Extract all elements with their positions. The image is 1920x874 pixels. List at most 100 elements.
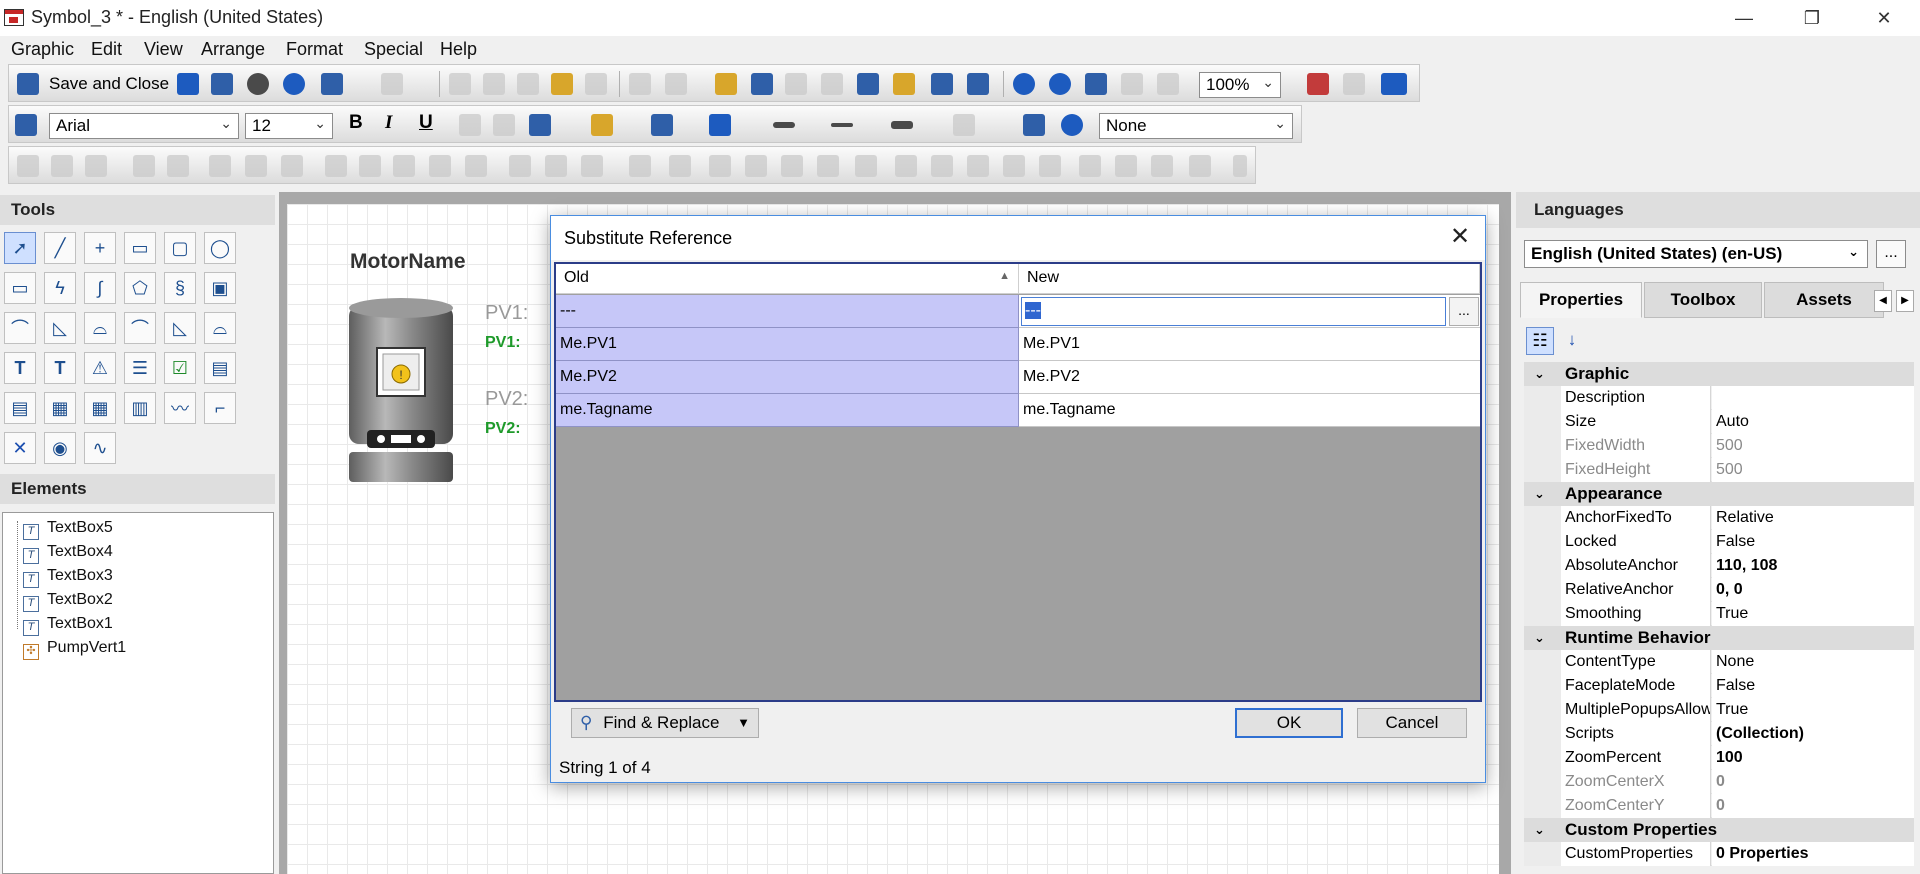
chord-tool-icon[interactable]: ⌓: [84, 312, 116, 344]
collapse-icon[interactable]: ⌄: [1534, 482, 1545, 506]
listbox-tool-icon[interactable]: ▥: [124, 392, 156, 424]
property-value[interactable]: Relative: [1712, 506, 1914, 530]
language-more-button[interactable]: ...: [1876, 240, 1906, 268]
menu-special[interactable]: Special: [364, 39, 423, 60]
magic-wand-icon[interactable]: [1023, 114, 1045, 136]
zoom-in-icon[interactable]: [1049, 73, 1071, 95]
align-bottom-icon[interactable]: [393, 155, 415, 177]
ellipse-tool-icon[interactable]: ◯: [204, 232, 236, 264]
arrange-icon[interactable]: [133, 155, 155, 177]
align-middle-icon[interactable]: [359, 155, 381, 177]
underline-button[interactable]: U: [419, 112, 433, 134]
property-row[interactable]: RelativeAnchor 0, 0: [1524, 578, 1914, 602]
align-left-icon[interactable]: [209, 155, 231, 177]
text-color-icon[interactable]: [709, 114, 731, 136]
fill-style-combo[interactable]: None ⌄: [1099, 113, 1293, 139]
undo-icon[interactable]: [321, 73, 343, 95]
tree-item-textbox5[interactable]: T TextBox5: [23, 519, 113, 540]
distribute-icon[interactable]: [781, 155, 803, 177]
column-header-new[interactable]: New: [1019, 264, 1480, 294]
language-select[interactable]: English (United States) (en-US) ⌄: [1524, 240, 1868, 268]
closed-curve-tool-icon[interactable]: §: [164, 272, 196, 304]
size-icon[interactable]: [1003, 155, 1025, 177]
ok-button[interactable]: OK: [1235, 708, 1343, 738]
property-value[interactable]: [1712, 386, 1914, 410]
menu-edit[interactable]: Edit: [91, 39, 122, 60]
tab-scroll-left-icon[interactable]: ◀: [1874, 290, 1892, 312]
size-icon[interactable]: [895, 155, 917, 177]
pie2-tool-icon[interactable]: ◺: [164, 312, 196, 344]
zoom-combo[interactable]: 100% ⌄: [1199, 72, 1281, 98]
order-icon[interactable]: [629, 155, 651, 177]
curve-tool-icon[interactable]: ∫: [84, 272, 116, 304]
property-row[interactable]: FaceplateMode False: [1524, 674, 1914, 698]
menu-format[interactable]: Format: [286, 39, 343, 60]
align-centers-icon[interactable]: [429, 155, 451, 177]
list-tool-icon[interactable]: ☰: [124, 352, 156, 384]
browse-button[interactable]: ...: [1449, 297, 1479, 326]
align-points-icon[interactable]: [465, 155, 487, 177]
arrange-icon[interactable]: [167, 155, 189, 177]
property-row[interactable]: Locked False: [1524, 530, 1914, 554]
sort-alphabetical-icon[interactable]: ↓: [1558, 327, 1586, 355]
new-value-edit-field[interactable]: ---: [1021, 297, 1446, 326]
property-row[interactable]: Size Auto: [1524, 410, 1914, 434]
tree-item-textbox4[interactable]: T TextBox4: [23, 543, 113, 564]
collapse-icon[interactable]: ⌄: [1534, 818, 1545, 842]
save-icon[interactable]: [177, 73, 199, 95]
tree-item-textbox1[interactable]: T TextBox1: [23, 615, 113, 636]
tab-assets[interactable]: Assets: [1764, 282, 1884, 318]
tab-toolbox[interactable]: Toolbox: [1644, 282, 1762, 318]
grid-toggle-icon[interactable]: [1381, 73, 1407, 95]
polygon-tool-icon[interactable]: ⬠: [124, 272, 156, 304]
table-row[interactable]: Me.PV2 Me.PV2: [556, 361, 1480, 394]
table-row[interactable]: --- --- ...: [556, 295, 1480, 328]
line-color-icon[interactable]: [591, 114, 613, 136]
font-size-combo[interactable]: 12 ⌄: [245, 113, 333, 139]
property-value[interactable]: 0: [1712, 794, 1914, 818]
decrease-font-icon[interactable]: [493, 114, 515, 136]
property-category[interactable]: ⌄ Appearance: [1524, 482, 1914, 506]
property-value[interactable]: 500: [1712, 434, 1914, 458]
new-cell[interactable]: me.Tagname: [1019, 394, 1480, 427]
property-value[interactable]: 0, 0: [1712, 578, 1914, 602]
property-row[interactable]: CustomProperties 0 Properties: [1524, 842, 1914, 866]
menu-help[interactable]: Help: [440, 39, 477, 60]
select-icon[interactable]: [449, 73, 471, 95]
property-row[interactable]: ZoomCenterY 0: [1524, 794, 1914, 818]
anchor-icon[interactable]: [751, 73, 773, 95]
motor-name-label[interactable]: MotorName: [350, 250, 466, 274]
align-center-icon[interactable]: [245, 155, 267, 177]
shadow-icon[interactable]: [953, 114, 975, 136]
redo-icon[interactable]: [381, 73, 403, 95]
property-value[interactable]: False: [1712, 674, 1914, 698]
text-align-icon[interactable]: [529, 114, 551, 136]
size-icon[interactable]: [967, 155, 989, 177]
font-family-combo[interactable]: Arial ⌄: [49, 113, 239, 139]
textbox-tool-icon[interactable]: T: [44, 352, 76, 384]
property-row[interactable]: ContentType None: [1524, 650, 1914, 674]
menu-graphic[interactable]: Graphic: [11, 39, 74, 60]
chord2-tool-icon[interactable]: ⌓: [204, 312, 236, 344]
substitute-icon[interactable]: [857, 73, 879, 95]
fill-color-icon[interactable]: [651, 114, 673, 136]
distribute-icon[interactable]: [709, 155, 731, 177]
embed-icon[interactable]: [715, 73, 737, 95]
property-row[interactable]: AbsoluteAnchor 110, 108: [1524, 554, 1914, 578]
space-icon[interactable]: [509, 155, 531, 177]
menu-view[interactable]: View: [144, 39, 183, 60]
ungroup-icon[interactable]: [665, 73, 687, 95]
cancel-button[interactable]: Cancel: [1357, 708, 1467, 738]
line-weight-icon[interactable]: [773, 122, 795, 128]
zoom-fit-icon[interactable]: [1085, 73, 1107, 95]
help-icon[interactable]: [283, 73, 305, 95]
checkbox-tool-icon[interactable]: ☑: [164, 352, 196, 384]
table-row[interactable]: Me.PV1 Me.PV1: [556, 328, 1480, 361]
find-replace-button[interactable]: ⚲ Find & Replace ▼: [571, 708, 759, 738]
tab-properties[interactable]: Properties: [1520, 282, 1642, 318]
pv2-value[interactable]: PV2:: [485, 420, 521, 438]
frame-icon[interactable]: [1307, 73, 1329, 95]
collapse-icon[interactable]: ⌄: [1534, 362, 1545, 386]
format-painter-icon[interactable]: [585, 73, 607, 95]
new-cell[interactable]: Me.PV1: [1019, 328, 1480, 361]
